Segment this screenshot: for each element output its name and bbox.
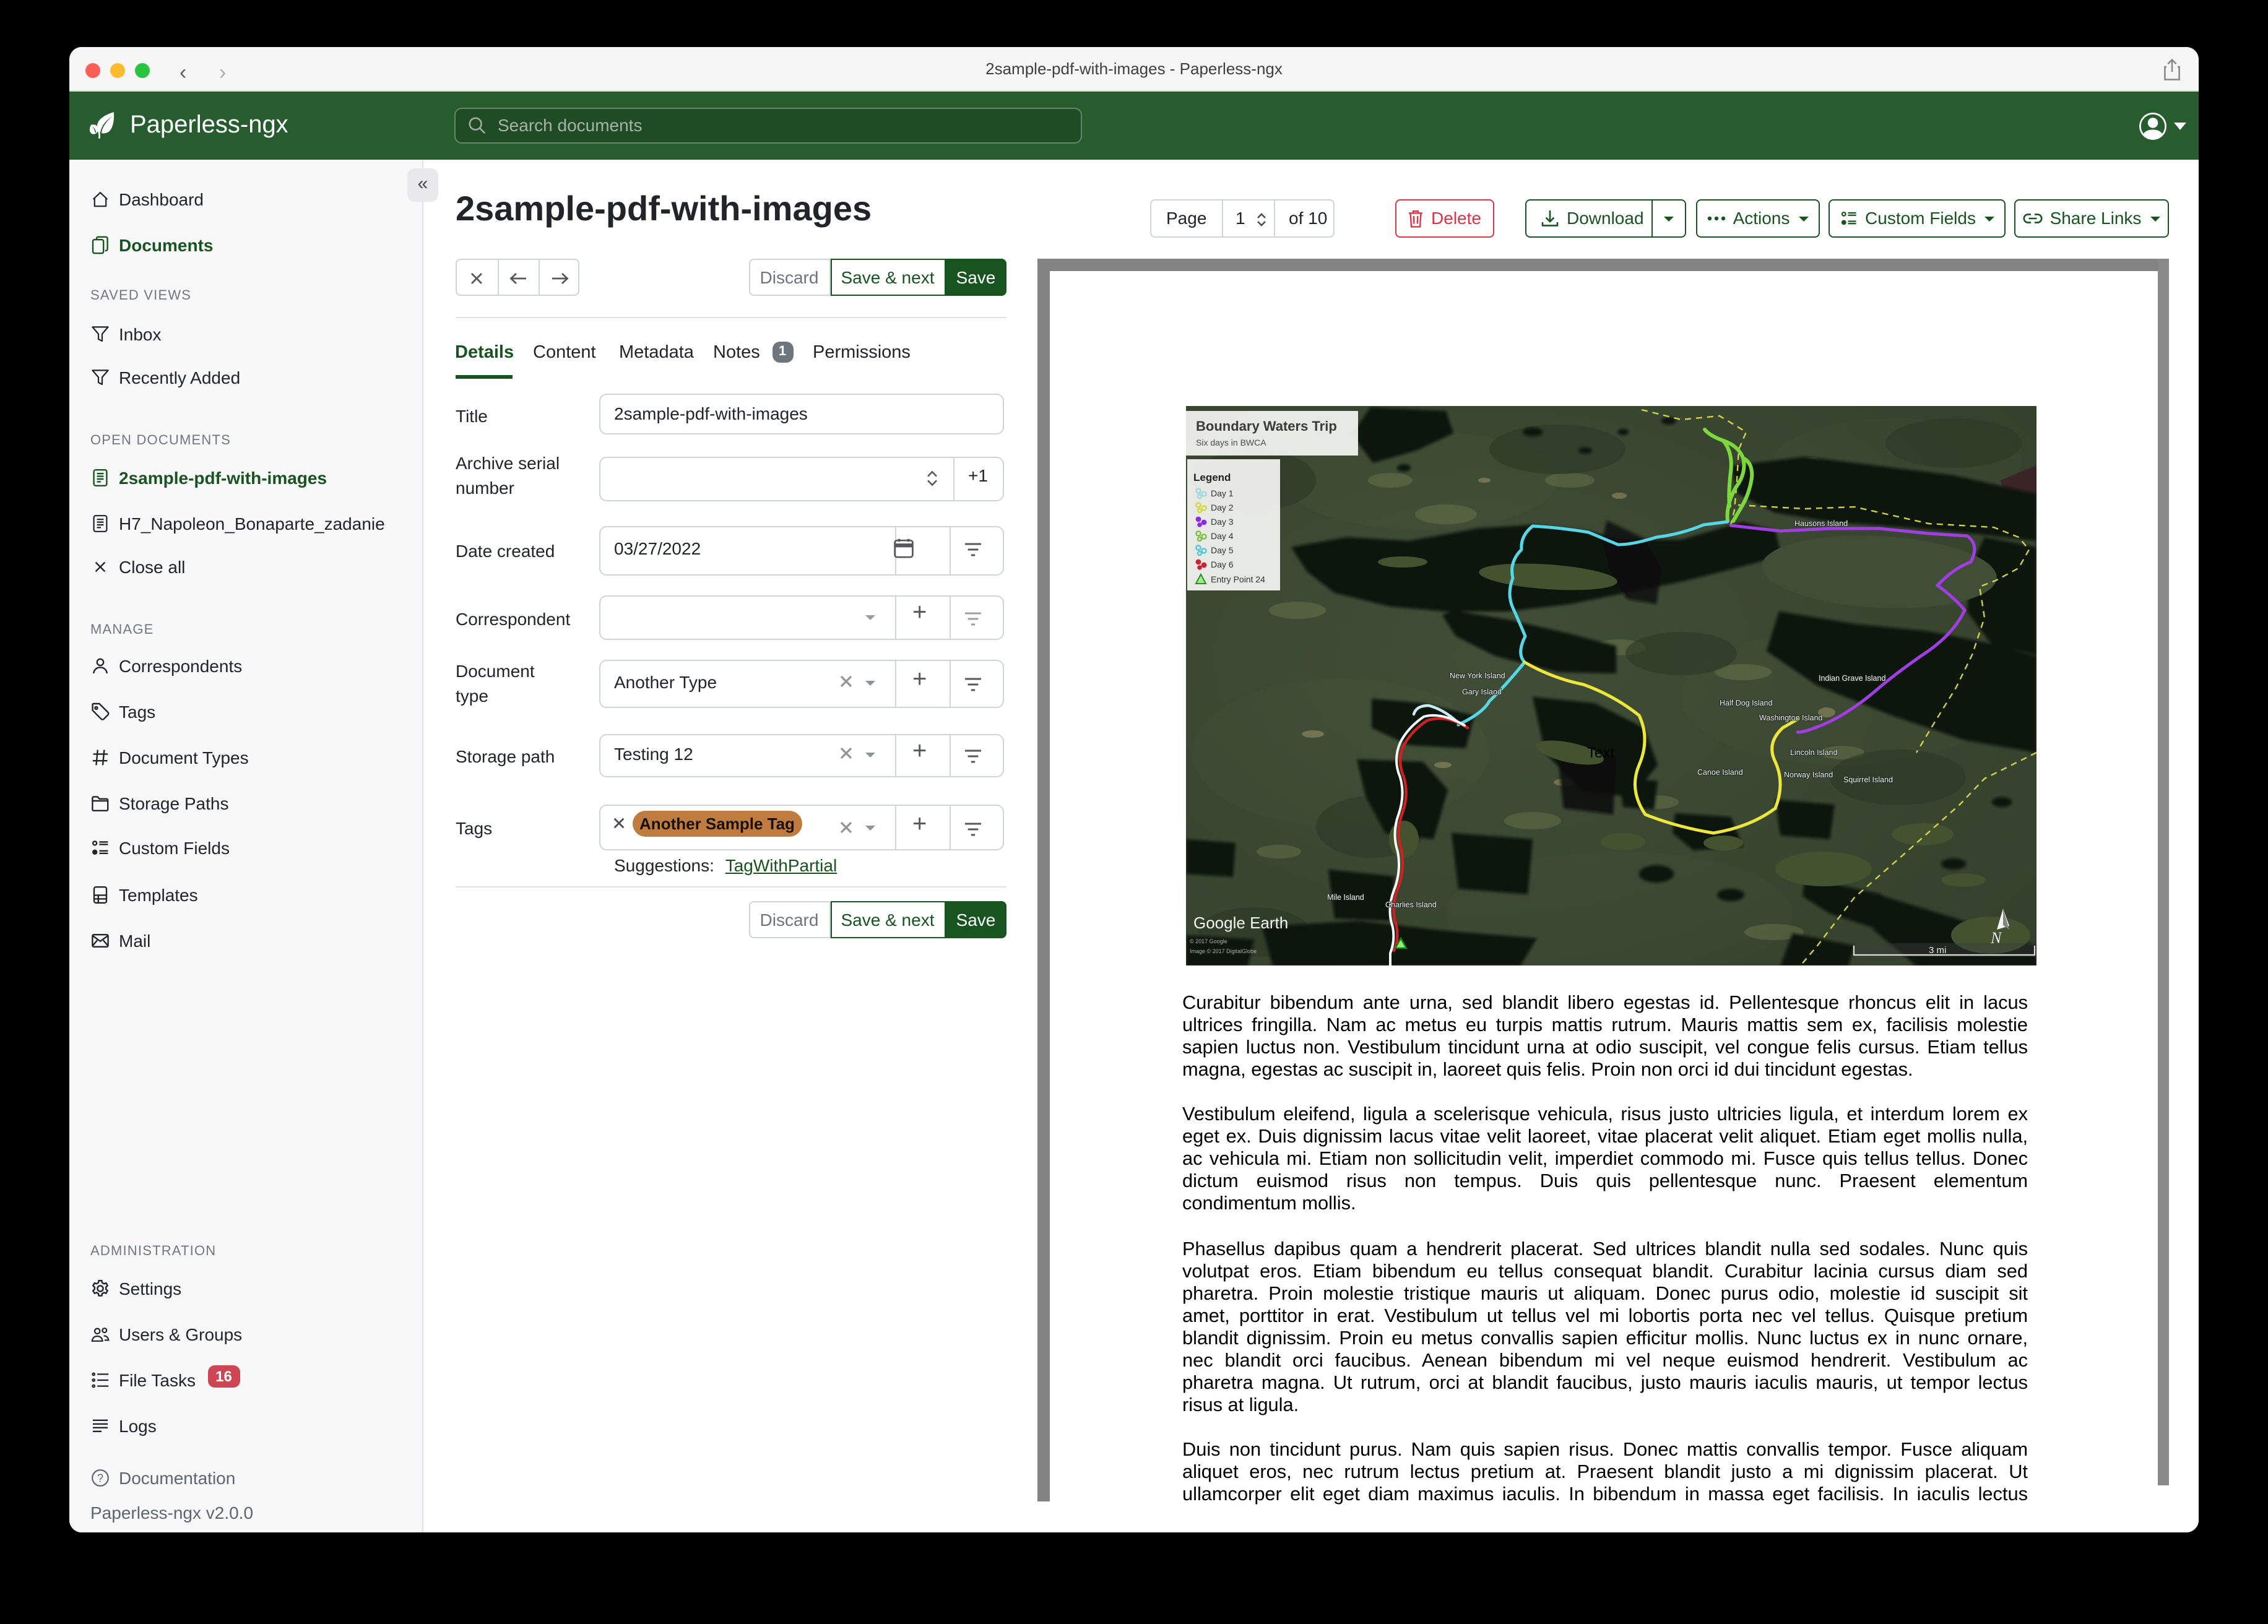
svg-text:Half Dog Island: Half Dog Island — [1719, 698, 1772, 707]
svg-text:Boundary Waters Trip: Boundary Waters Trip — [1195, 418, 1336, 433]
svg-text:Squirrel Island: Squirrel Island — [1843, 775, 1892, 784]
svg-text:Gary Island: Gary Island — [1461, 687, 1501, 696]
svg-text:Day 6: Day 6 — [1210, 559, 1233, 569]
svg-text:Day 2: Day 2 — [1210, 502, 1233, 512]
svg-text:?: ? — [97, 1471, 103, 1484]
svg-text:Image © 2017 DigitalGlobe: Image © 2017 DigitalGlobe — [1189, 948, 1256, 954]
svg-text:Day 1: Day 1 — [1210, 488, 1233, 498]
svg-text:Hausons Island: Hausons Island — [1794, 519, 1847, 527]
svg-text:Mile Island: Mile Island — [1327, 892, 1364, 901]
svg-text:N: N — [1989, 928, 2002, 946]
svg-text:Six days in BWCA: Six days in BWCA — [1195, 437, 1266, 447]
svg-text:Legend: Legend — [1193, 471, 1230, 483]
svg-text:Day 3: Day 3 — [1210, 516, 1233, 526]
svg-text:Norway Island: Norway Island — [1783, 770, 1832, 779]
svg-text:Washington Island: Washington Island — [1759, 713, 1822, 722]
svg-text:© 2017 Google: © 2017 Google — [1189, 938, 1227, 944]
svg-text:Day 5: Day 5 — [1210, 545, 1233, 555]
svg-text:Lincoln Island: Lincoln Island — [1790, 748, 1837, 756]
svg-text:3 mi: 3 mi — [1928, 944, 1946, 955]
svg-text:Entry Point 24: Entry Point 24 — [1210, 574, 1265, 584]
svg-text:New York Island: New York Island — [1449, 671, 1505, 680]
svg-text:Charlies Island: Charlies Island — [1385, 900, 1436, 909]
svg-text:Canoe Island: Canoe Island — [1697, 767, 1742, 776]
svg-text:Indian Grave Island: Indian Grave Island — [1818, 673, 1885, 682]
svg-text:Day 4: Day 4 — [1210, 530, 1233, 540]
svg-text:Text: Text — [1586, 744, 1614, 761]
svg-text:Google Earth: Google Earth — [1193, 913, 1288, 931]
